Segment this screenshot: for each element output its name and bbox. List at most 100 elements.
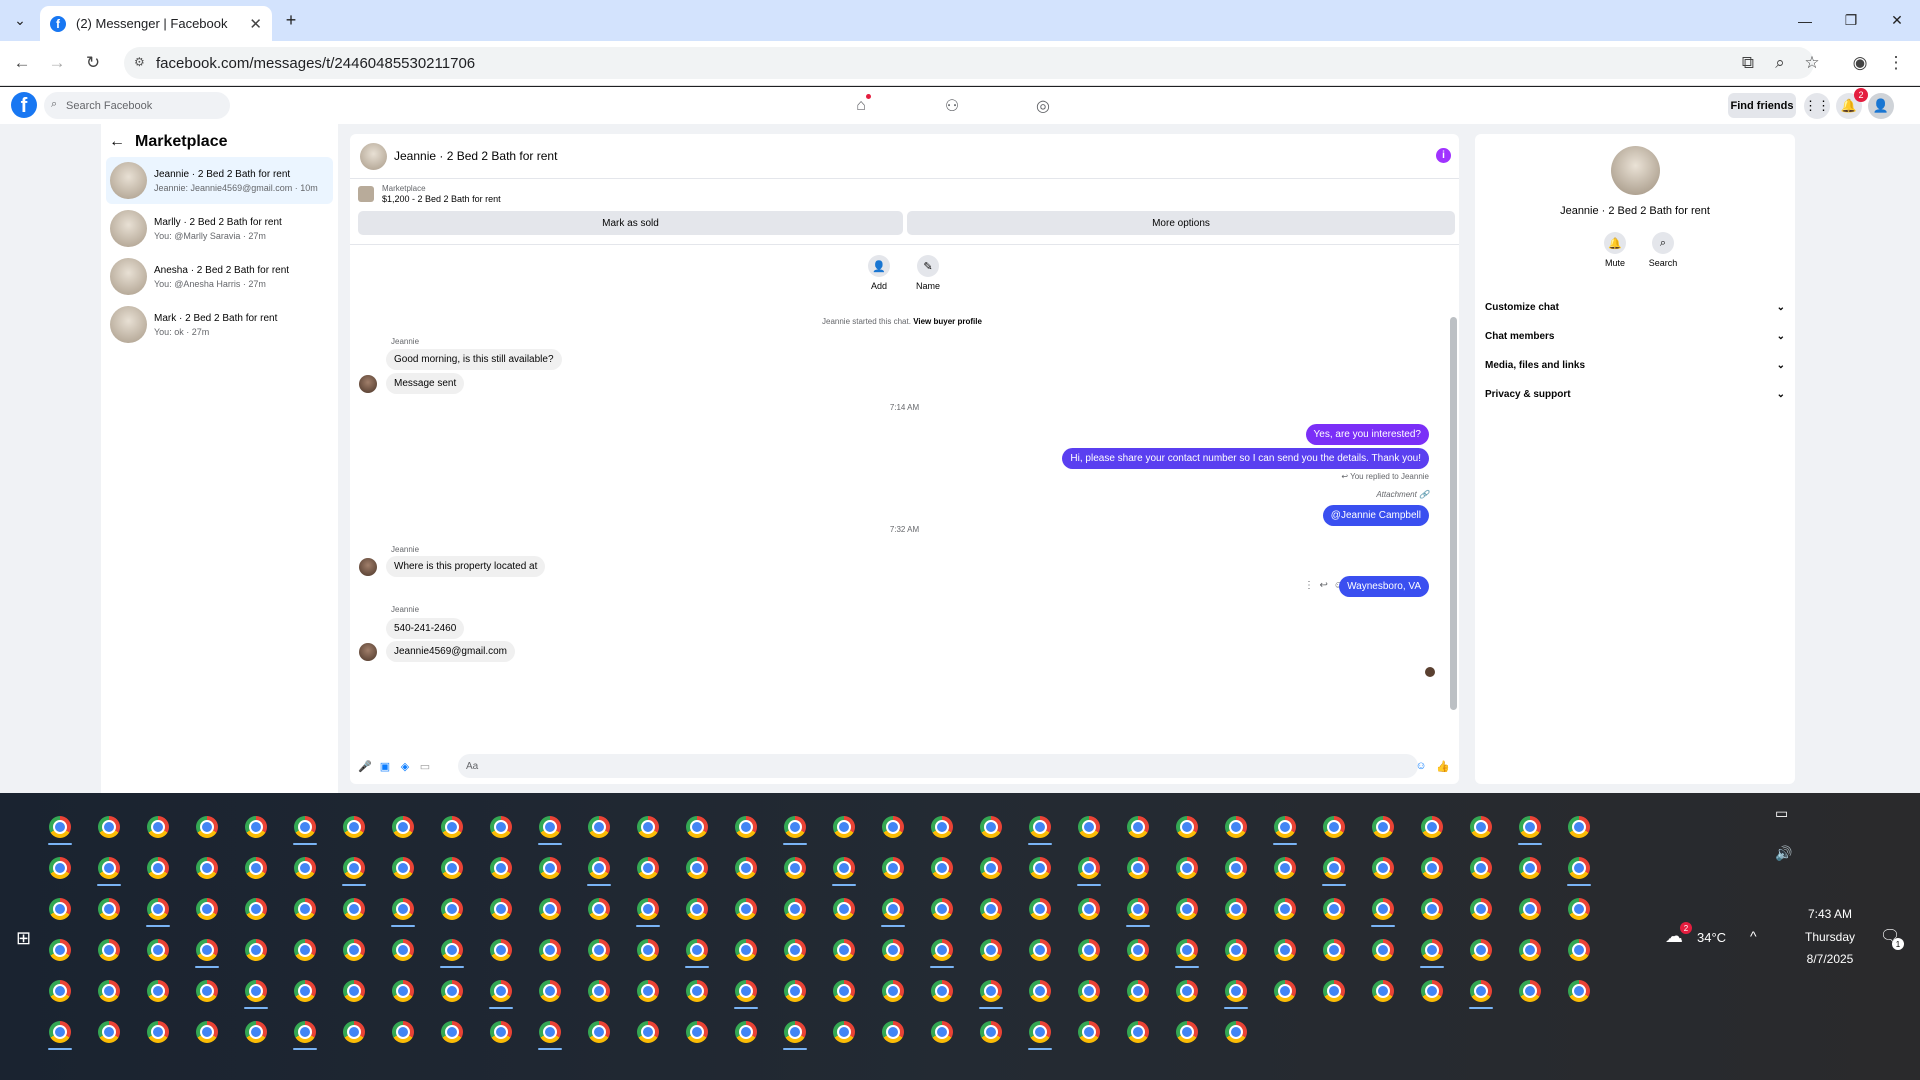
taskbar-browser-app[interactable]	[677, 971, 717, 1011]
taskbar-browser-app[interactable]	[1069, 971, 1109, 1011]
taskbar-browser-app[interactable]	[726, 930, 766, 970]
taskbar-browser-app[interactable]	[1265, 807, 1305, 847]
tab-search-icon[interactable]: ⌄	[0, 0, 40, 41]
taskbar-browser-app[interactable]	[432, 971, 472, 1011]
taskbar-browser-app[interactable]	[1461, 848, 1501, 888]
thumbs-up-icon[interactable]: 👍	[1436, 759, 1450, 773]
taskbar-browser-app[interactable]	[677, 807, 717, 847]
taskbar-browser-app[interactable]	[1069, 930, 1109, 970]
taskbar-browser-app[interactable]	[971, 889, 1011, 929]
taskbar-browser-app[interactable]	[628, 807, 668, 847]
taskbar-browser-app[interactable]	[1069, 1012, 1109, 1052]
taskbar-browser-app[interactable]	[1510, 889, 1550, 929]
zoom-icon[interactable]: ⌕	[1768, 51, 1792, 75]
customize-chat-row[interactable]: Customize chat ⌄	[1485, 296, 1785, 318]
taskbar-browser-app[interactable]	[187, 807, 227, 847]
taskbar-browser-app[interactable]	[1265, 889, 1305, 929]
taskbar-browser-app[interactable]	[1167, 807, 1207, 847]
taskbar-browser-app[interactable]	[971, 1012, 1011, 1052]
outgoing-message[interactable]: Hi, please share your contact number so …	[1062, 448, 1429, 469]
taskbar-browser-app[interactable]	[922, 971, 962, 1011]
taskbar-browser-app[interactable]	[1265, 848, 1305, 888]
bookmark-star-icon[interactable]: ☆	[1800, 51, 1824, 75]
taskbar-browser-app[interactable]	[677, 930, 717, 970]
taskbar-browser-app[interactable]	[1216, 848, 1256, 888]
find-friends-button[interactable]: Find friends	[1728, 93, 1796, 118]
taskbar-browser-app[interactable]	[1510, 807, 1550, 847]
taskbar-browser-app[interactable]	[775, 971, 815, 1011]
taskbar-browser-app[interactable]	[530, 930, 570, 970]
incoming-message[interactable]: Message sent	[386, 373, 465, 394]
taskbar-browser-app[interactable]	[481, 848, 521, 888]
taskbar-browser-app[interactable]	[40, 807, 80, 847]
conversation-item[interactable]: Jeannie · 2 Bed 2 Bath for rent Jeannie:…	[106, 157, 333, 204]
taskbar-browser-app[interactable]	[1412, 807, 1452, 847]
taskbar-browser-app[interactable]	[1559, 889, 1599, 929]
photo-icon[interactable]: ▣	[378, 759, 392, 773]
message-actions[interactable]: ⋮ ↩ ☺	[1304, 580, 1344, 591]
taskbar-browser-app[interactable]	[236, 848, 276, 888]
taskbar-browser-app[interactable]	[1216, 1012, 1256, 1052]
taskbar-browser-app[interactable]	[138, 971, 178, 1011]
taskbar-browser-app[interactable]	[138, 930, 178, 970]
taskbar-browser-app[interactable]	[1363, 889, 1403, 929]
taskbar-browser-app[interactable]	[775, 848, 815, 888]
taskbar-browser-app[interactable]	[138, 848, 178, 888]
close-tab-icon[interactable]: ✕	[249, 15, 262, 33]
taskbar-browser-app[interactable]	[1412, 848, 1452, 888]
restore-icon[interactable]: ❐	[1828, 0, 1874, 41]
taskbar-browser-app[interactable]	[775, 807, 815, 847]
taskbar-browser-app[interactable]	[1216, 930, 1256, 970]
sticker-icon[interactable]: ◈	[398, 759, 412, 773]
profile-icon[interactable]: ◉	[1848, 51, 1872, 75]
taskbar-browser-app[interactable]	[236, 971, 276, 1011]
taskbar-browser-app[interactable]	[432, 807, 472, 847]
taskbar-browser-app[interactable]	[579, 807, 619, 847]
taskbar-browser-app[interactable]	[1559, 930, 1599, 970]
taskbar-browser-app[interactable]	[1167, 889, 1207, 929]
taskbar-browser-app[interactable]	[1118, 807, 1158, 847]
taskbar-browser-app[interactable]	[89, 1012, 129, 1052]
taskbar-browser-app[interactable]	[628, 889, 668, 929]
taskbar-browser-app[interactable]	[1559, 971, 1599, 1011]
taskbar-browser-app[interactable]	[334, 807, 374, 847]
taskbar-browser-app[interactable]	[1510, 971, 1550, 1011]
taskbar-browser-app[interactable]	[824, 971, 864, 1011]
back-icon[interactable]: ←	[10, 51, 34, 75]
taskbar-browser-app[interactable]	[1363, 848, 1403, 888]
taskbar-browser-app[interactable]	[824, 889, 864, 929]
taskbar-browser-app[interactable]	[922, 807, 962, 847]
taskbar-browser-app[interactable]	[285, 1012, 325, 1052]
volume-icon[interactable]: 🔊	[1775, 845, 1792, 862]
incoming-message[interactable]: 540-241-2460	[386, 618, 465, 639]
taskbar-browser-app[interactable]	[1510, 848, 1550, 888]
taskbar-browser-app[interactable]	[1412, 930, 1452, 970]
taskbar-browser-app[interactable]	[530, 1012, 570, 1052]
taskbar-browser-app[interactable]	[1020, 807, 1060, 847]
chat-avatar[interactable]	[360, 142, 387, 170]
facebook-search-input[interactable]: ⌕ Search Facebook	[44, 92, 230, 119]
taskbar-browser-app[interactable]	[873, 1012, 913, 1052]
taskbar-browser-app[interactable]	[971, 807, 1011, 847]
taskbar-browser-app[interactable]	[236, 1012, 276, 1052]
taskbar-browser-app[interactable]	[1265, 930, 1305, 970]
taskbar-browser-app[interactable]	[971, 930, 1011, 970]
name-action[interactable]: ✎ Name	[908, 255, 948, 291]
emoji-icon[interactable]: ☺	[1414, 759, 1428, 773]
search-action[interactable]: ⌕ Search	[1643, 232, 1683, 268]
taskbar-browser-app[interactable]	[285, 930, 325, 970]
taskbar-browser-app[interactable]	[530, 889, 570, 929]
taskbar-browser-app[interactable]	[824, 930, 864, 970]
facebook-logo-icon[interactable]: f	[11, 92, 37, 118]
taskbar-browser-app[interactable]	[334, 971, 374, 1011]
taskbar-browser-app[interactable]	[285, 848, 325, 888]
taskbar-browser-app[interactable]	[236, 807, 276, 847]
taskbar-browser-app[interactable]	[187, 1012, 227, 1052]
taskbar-browser-app[interactable]	[1461, 807, 1501, 847]
taskbar-browser-app[interactable]	[579, 889, 619, 929]
info-icon[interactable]: i	[1436, 148, 1451, 163]
taskbar-browser-app[interactable]	[1167, 1012, 1207, 1052]
taskbar-browser-app[interactable]	[1020, 1012, 1060, 1052]
taskbar-browser-app[interactable]	[579, 971, 619, 1011]
taskbar-browser-app[interactable]	[628, 930, 668, 970]
